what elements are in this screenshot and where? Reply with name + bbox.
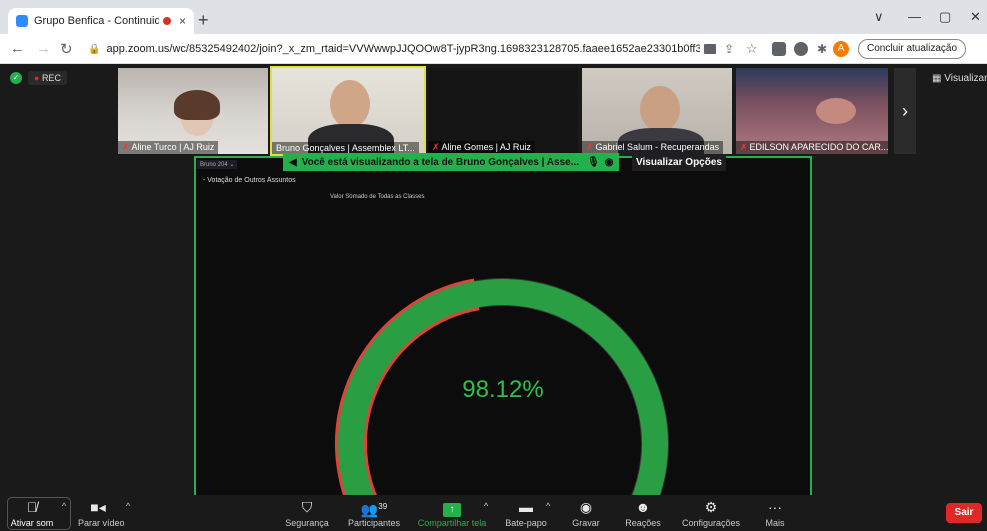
security-button[interactable]: ⛉ Segurança (284, 498, 330, 528)
zoom-meeting-view: ✓ ● REC ▦ Visualizar ✗ Aline Turco | AJ R… (0, 64, 987, 531)
maximize-button[interactable]: ▢ (939, 9, 951, 25)
participant-name: ✗ Aline Turco | AJ Ruiz (118, 141, 219, 154)
video-button[interactable]: ■◂ Parar vídeo (78, 498, 125, 528)
camera-indicator-icon[interactable] (704, 44, 716, 54)
address-bar[interactable]: 🔒 app.zoom.us/wc/85325492402/join?_x_zm_… (88, 38, 700, 60)
new-tab-button[interactable]: + (198, 10, 209, 31)
mic-muted-icon: ✗ (586, 142, 594, 152)
bookmark-star-icon[interactable]: ☆ (746, 41, 758, 57)
share-banner-text: Você está visualizando a tela de Bruno G… (301, 156, 580, 168)
leave-button[interactable]: Sair (946, 503, 982, 523)
recording-badge: ● REC (28, 71, 67, 85)
video-camera-icon: ■◂ (90, 499, 106, 515)
participant-video (640, 86, 680, 132)
vote-title: - Votação de Outros Assuntos (203, 177, 296, 184)
unmute-button[interactable]: 🎙̸ Ativar som (4, 498, 60, 528)
chat-caret-icon[interactable]: ^ (546, 501, 550, 511)
meeting-toolbar: 🎙̸ Ativar som ^ ■◂ Parar vídeo ^ ⛉ Segur… (0, 495, 987, 531)
record-button[interactable]: ◉ Gravar (568, 498, 604, 528)
url-text: app.zoom.us/wc/85325492402/join?_x_zm_rt… (106, 43, 700, 55)
participant-tile-active-speaker[interactable]: Bruno Gonçalves | Assemblex LT... (270, 66, 426, 156)
extension-icon[interactable] (794, 42, 808, 56)
share-arrow-icon: ↑ (443, 503, 461, 517)
view-options-button[interactable]: Visualizar Opções (632, 154, 726, 171)
participants-button[interactable]: 👥39 Participantes (344, 498, 404, 528)
extension-icon[interactable] (772, 42, 786, 56)
participant-video (816, 98, 856, 124)
settings-button[interactable]: ⚙ Configurações (680, 498, 742, 528)
share-banner: ◀ Você está visualizando a tela de Bruno… (283, 153, 620, 171)
zoom-favicon-icon (16, 15, 28, 27)
tab-search-icon[interactable]: ∨ (874, 9, 884, 25)
record-icon: ◉ (579, 499, 593, 515)
next-page-chevron-icon[interactable]: › (894, 68, 916, 154)
minimize-button[interactable]: — (908, 9, 921, 24)
shield-icon: ⛉ (301, 499, 313, 515)
update-button[interactable]: Concluir atualização (858, 39, 967, 59)
participant-tile[interactable]: ✗ EDILSON APARECIDO DO CAR... (736, 68, 888, 154)
mic-muted-icon: ✗ (432, 142, 440, 152)
view-button-label: Visualizar (944, 73, 987, 84)
gear-icon: ⚙ (704, 499, 718, 515)
chat-bubble-icon: ▬ (519, 499, 533, 515)
close-window-button[interactable]: ✕ (970, 9, 981, 25)
record-icon: ◉ (604, 156, 614, 168)
encryption-shield-icon[interactable]: ✓ (10, 72, 22, 84)
participant-video (174, 90, 220, 120)
more-button[interactable]: ··· Mais (760, 498, 790, 528)
participant-count: 39 (378, 502, 388, 511)
browser-toolbar: ← → ↻ 🔒 app.zoom.us/wc/85325492402/join?… (0, 34, 987, 64)
lock-icon: 🔒 (88, 43, 101, 55)
gauge-value: 98.12% (462, 376, 544, 403)
record-dot-icon: ● (34, 73, 42, 83)
forward-icon[interactable]: → (36, 40, 51, 57)
mic-muted-icon: ✗ (122, 142, 130, 152)
back-icon[interactable]: ← (10, 40, 25, 57)
gauge-chart (335, 278, 669, 499)
more-dots-icon: ··· (768, 499, 782, 515)
profile-avatar[interactable]: A (833, 41, 849, 57)
share-caret-icon[interactable]: ^ (484, 501, 488, 511)
gauge-title: Valor Somado de Todas as Classes (330, 194, 425, 200)
participant-tile[interactable]: ✗ Aline Turco | AJ Ruiz (118, 68, 268, 154)
emoji-icon: ☻ (635, 499, 651, 515)
view-button[interactable]: ▦ Visualizar (932, 73, 987, 84)
mic-muted-icon: ✗ (740, 142, 748, 152)
participant-name: ✗ EDILSON APARECIDO DO CAR... (736, 141, 888, 154)
recording-indicator-icon (162, 17, 171, 25)
share-icon[interactable]: ⇪ (724, 42, 734, 56)
mic-muted-icon: 🎙̸ (26, 499, 38, 515)
share-screen-button[interactable]: ↑ Compartilhar tela (412, 498, 492, 528)
tab-title: Grupo Benfica - Continuidad (34, 15, 159, 27)
speaker-icon: ◀ (289, 156, 297, 168)
mic-icon: 🎙 (587, 156, 600, 168)
people-icon: 👥 (360, 501, 379, 518)
participant-video (330, 80, 370, 128)
browser-tab[interactable]: Grupo Benfica - Continuidad × (8, 8, 194, 34)
presenter-selector[interactable]: Bruno 204 ⌄ (197, 160, 238, 169)
audio-caret-icon[interactable]: ^ (62, 501, 66, 511)
participant-tile[interactable]: ✗ Aline Gomes | AJ Ruiz (428, 68, 578, 154)
reload-icon[interactable]: ↻ (60, 40, 73, 58)
chat-button[interactable]: ▬ Bate-papo (502, 498, 550, 528)
reactions-button[interactable]: ☻ Reações (622, 498, 664, 528)
tab-close-icon[interactable]: × (179, 14, 186, 28)
rec-label: REC (41, 73, 61, 83)
video-caret-icon[interactable]: ^ (126, 501, 130, 511)
browser-tab-strip: Grupo Benfica - Continuidad × + ∨ — ▢ ✕ (0, 0, 987, 34)
participant-tile[interactable]: ✗ Gabriel Salum - Recuperandas (582, 68, 732, 154)
